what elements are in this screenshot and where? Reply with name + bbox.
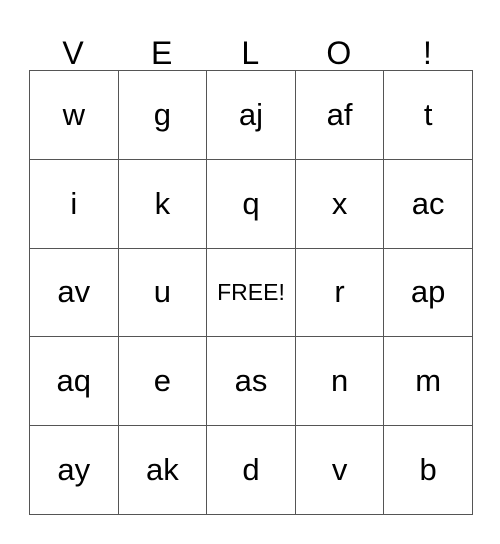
bingo-cell-0-2[interactable]: aj (207, 71, 296, 160)
bingo-cell-0-4[interactable]: t (384, 71, 473, 160)
bingo-cell-4-3[interactable]: v (295, 426, 385, 515)
bingo-cell-1-1[interactable]: k (118, 159, 208, 249)
bingo-cell-1-0[interactable]: i (30, 159, 119, 249)
bingo-grid: w g aj af t i k q x ac av u FREE! r ap a… (29, 70, 473, 515)
header-letter-1: E (150, 35, 173, 71)
bingo-cell-2-1[interactable]: u (118, 248, 208, 338)
bingo-row-4: ay ak d v b (30, 426, 473, 515)
bingo-cell-0-0[interactable]: w (30, 71, 119, 160)
bingo-card: V E L O ! w g aj af t i k q x ac av u FR… (29, 24, 473, 515)
bingo-header-row: V E L O ! (29, 24, 472, 70)
bingo-cell-2-4[interactable]: ap (384, 248, 473, 338)
header-letter-0: V (62, 35, 85, 71)
header-letter-3: O (326, 35, 352, 71)
bingo-cell-1-2[interactable]: q (207, 159, 296, 249)
bingo-cell-0-1[interactable]: g (118, 71, 208, 160)
bingo-cell-free[interactable]: FREE! (207, 248, 296, 338)
bingo-row-3: aq e as n m (30, 337, 473, 427)
bingo-cell-4-1[interactable]: ak (118, 426, 208, 515)
bingo-row-0: w g aj af t (30, 71, 473, 160)
header-letter-4: ! (422, 35, 433, 71)
bingo-cell-2-3[interactable]: r (295, 248, 385, 338)
header-letter-2: L (241, 35, 260, 71)
bingo-cell-0-3[interactable]: af (295, 71, 385, 160)
bingo-row-1: i k q x ac (30, 159, 473, 249)
bingo-row-2: av u FREE! r ap (30, 248, 473, 338)
bingo-cell-4-4[interactable]: b (384, 426, 473, 515)
bingo-cell-3-0[interactable]: aq (30, 337, 119, 427)
bingo-cell-3-2[interactable]: as (207, 337, 296, 427)
bingo-cell-3-4[interactable]: m (384, 337, 473, 427)
bingo-cell-1-3[interactable]: x (295, 159, 385, 249)
bingo-cell-3-3[interactable]: n (295, 337, 385, 427)
bingo-cell-2-0[interactable]: av (30, 248, 119, 338)
bingo-cell-4-2[interactable]: d (207, 426, 296, 515)
bingo-cell-1-4[interactable]: ac (384, 159, 473, 249)
bingo-cell-3-1[interactable]: e (118, 337, 208, 427)
bingo-cell-4-0[interactable]: ay (30, 426, 119, 515)
